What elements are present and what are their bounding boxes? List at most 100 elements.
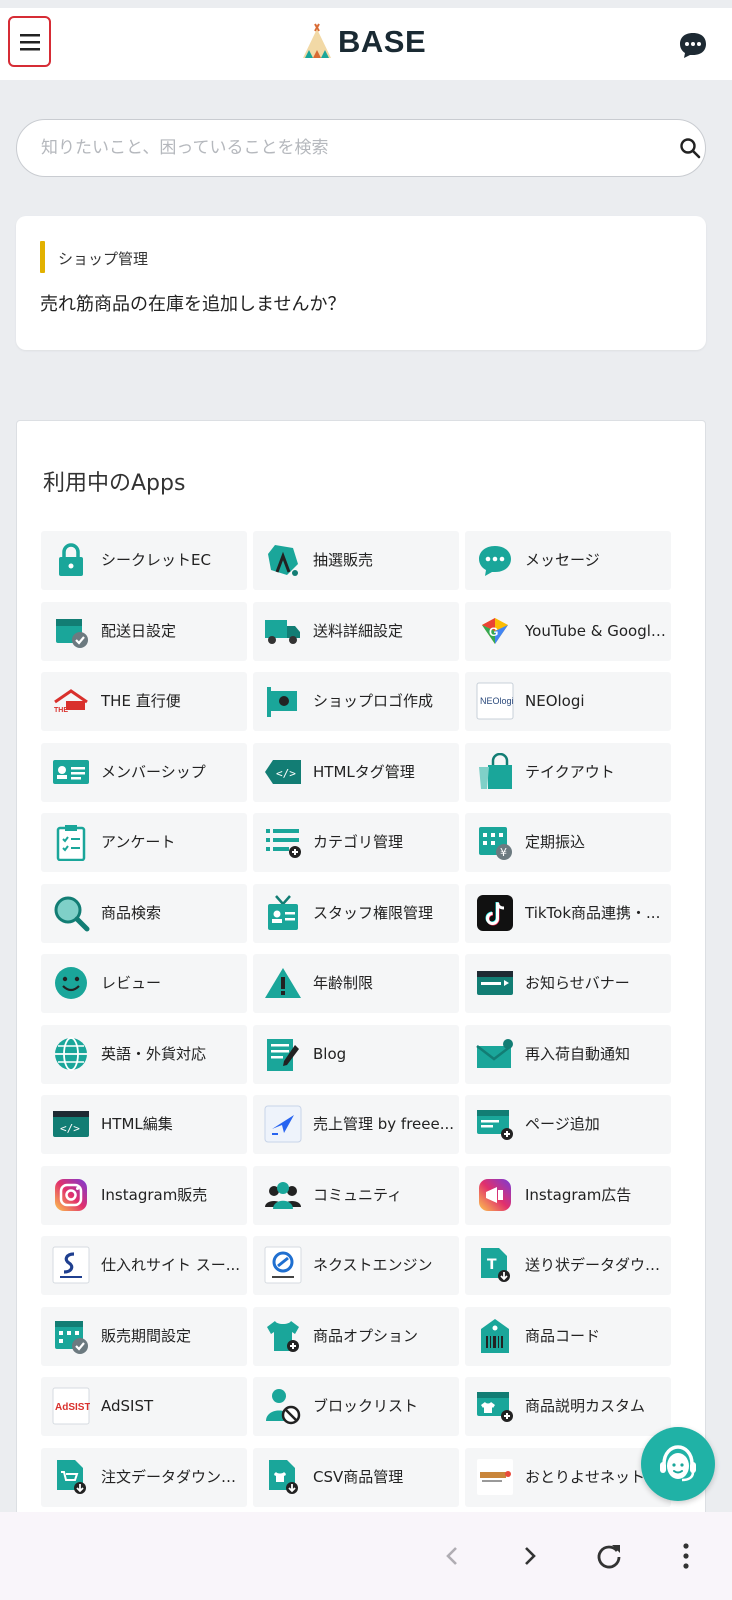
search-icon[interactable] xyxy=(679,137,701,159)
back-button[interactable] xyxy=(432,1536,472,1576)
app-tile[interactable]: ショップロゴ作成 xyxy=(253,672,459,731)
app-tile[interactable]: 再入荷自動通知 xyxy=(465,1025,671,1084)
notice-accent-bar xyxy=(40,241,45,273)
app-tile[interactable]: 商品オプション xyxy=(253,1307,459,1366)
app-tile[interactable]: G YouTube & Google... xyxy=(465,602,671,661)
app-tile[interactable]: 送料詳細設定 xyxy=(253,602,459,661)
the-chokkoubin-icon: THE xyxy=(52,682,90,720)
app-tile[interactable]: Instagram販売 xyxy=(41,1166,247,1225)
app-label: NEOlogi xyxy=(525,692,585,710)
app-tile[interactable]: シークレットEC xyxy=(41,531,247,590)
chevron-left-icon xyxy=(446,1547,457,1565)
app-label: 再入荷自動通知 xyxy=(525,1045,631,1063)
invoice-download-icon: T xyxy=(476,1246,514,1284)
app-label: ブロックリスト xyxy=(313,1397,419,1415)
app-tile[interactable]: 販売期間設定 xyxy=(41,1307,247,1366)
html-tag-icon: </> xyxy=(264,753,302,791)
app-tile[interactable]: T 送り状データダウン... xyxy=(465,1236,671,1295)
app-tile[interactable]: 配送日設定 xyxy=(41,602,247,661)
app-tile[interactable]: ブロックリスト xyxy=(253,1377,459,1436)
browser-nav-bar xyxy=(0,1512,732,1600)
svg-text:¥: ¥ xyxy=(500,846,507,859)
app-tile[interactable]: 商品コード xyxy=(465,1307,671,1366)
app-tile[interactable]: 売上管理 by freee... xyxy=(253,1095,459,1154)
app-tile[interactable]: AdSIST AdSIST xyxy=(41,1377,247,1436)
app-tile[interactable]: メンバーシップ xyxy=(41,743,247,802)
app-tile[interactable]: 仕入れサイト スー... xyxy=(41,1236,247,1295)
app-label: 注文データダウンロ... xyxy=(101,1468,243,1486)
more-vertical-icon xyxy=(683,1543,689,1569)
notice-message: 売れ筋商品の在庫を追加しませんか？ xyxy=(40,294,346,315)
banner-icon xyxy=(476,964,514,1002)
app-label: Instagram広告 xyxy=(525,1186,632,1204)
takeout-icon xyxy=(476,753,514,791)
chat-button[interactable] xyxy=(676,28,710,62)
app-label: 送料詳細設定 xyxy=(313,622,404,640)
app-tile[interactable]: ページ追加 xyxy=(465,1095,671,1154)
tiktok-icon xyxy=(476,894,514,932)
app-label: HTMLタグ管理 xyxy=(313,763,415,781)
app-tile[interactable]: ¥ 定期振込 xyxy=(465,813,671,872)
app-tile[interactable]: </> HTML編集 xyxy=(41,1095,247,1154)
app-tile[interactable]: メッセージ xyxy=(465,531,671,590)
app-label: 商品説明カスタム xyxy=(525,1397,646,1415)
next-engine-icon xyxy=(264,1246,302,1284)
hamburger-menu-button[interactable] xyxy=(8,16,51,67)
order-download-icon xyxy=(52,1458,90,1496)
app-label: お知らせバナー xyxy=(525,974,630,992)
app-tile[interactable]: THE THE 直行便 xyxy=(41,672,247,731)
truck-icon xyxy=(264,612,302,650)
app-label: HTML編集 xyxy=(101,1115,173,1133)
html-edit-icon: </> xyxy=(52,1105,90,1143)
app-tile[interactable]: 抽選販売 xyxy=(253,531,459,590)
chevron-right-icon xyxy=(525,1547,536,1565)
app-tile[interactable]: 年齢制限 xyxy=(253,954,459,1013)
app-tile[interactable]: 商品検索 xyxy=(41,884,247,943)
lottery-icon xyxy=(264,541,302,579)
barcode-tag-icon xyxy=(476,1317,514,1355)
csv-icon xyxy=(264,1458,302,1496)
app-label: AdSIST xyxy=(101,1397,154,1415)
logo-text: BASE xyxy=(338,24,427,59)
app-label: 送り状データダウン... xyxy=(525,1256,667,1274)
warning-icon xyxy=(264,964,302,1002)
block-user-icon xyxy=(264,1387,302,1425)
app-tile[interactable]: おとりよせネット xyxy=(465,1448,671,1507)
support-chat-button[interactable] xyxy=(641,1427,715,1501)
app-tile[interactable]: カテゴリ管理 xyxy=(253,813,459,872)
app-tile[interactable]: TikTok商品連携・... xyxy=(465,884,671,943)
app-tile[interactable]: お知らせバナー xyxy=(465,954,671,1013)
app-tile[interactable]: 注文データダウンロ... xyxy=(41,1448,247,1507)
more-options-button[interactable] xyxy=(666,1536,706,1576)
app-label: 商品検索 xyxy=(101,904,162,922)
chat-bubble-icon xyxy=(680,33,706,58)
app-label: レビュー xyxy=(101,974,162,992)
hamburger-icon xyxy=(19,33,40,50)
forward-button[interactable] xyxy=(510,1536,550,1576)
app-tile[interactable]: 英語・外貨対応 xyxy=(41,1025,247,1084)
app-tile[interactable]: 商品説明カスタム xyxy=(465,1377,671,1436)
app-label: 定期振込 xyxy=(525,833,586,851)
svg-text:</>: </> xyxy=(276,767,296,780)
app-tile[interactable]: レビュー xyxy=(41,954,247,1013)
search-input[interactable] xyxy=(41,120,641,176)
notice-card[interactable]: ショップ管理 売れ筋商品の在庫を追加しませんか？ xyxy=(16,216,706,350)
lock-icon xyxy=(52,541,90,579)
reload-button[interactable] xyxy=(589,1536,629,1576)
support-agent-icon xyxy=(660,1445,696,1482)
svg-text:T: T xyxy=(487,1257,497,1273)
app-label: 抽選販売 xyxy=(313,551,374,569)
app-label: メンバーシップ xyxy=(101,763,206,781)
blog-icon xyxy=(264,1035,302,1073)
app-tile[interactable]: </> HTMLタグ管理 xyxy=(253,743,459,802)
app-tile[interactable]: Blog xyxy=(253,1025,459,1084)
app-tile[interactable]: ネクストエンジン xyxy=(253,1236,459,1295)
app-tile[interactable]: NEOlogi NEOlogi xyxy=(465,672,671,731)
app-tile[interactable]: アンケート xyxy=(41,813,247,872)
app-tile[interactable]: コミュニティ xyxy=(253,1166,459,1225)
app-tile[interactable]: スタッフ権限管理 xyxy=(253,884,459,943)
app-tile[interactable]: テイクアウト xyxy=(465,743,671,802)
base-logo[interactable]: BASE xyxy=(300,22,426,62)
app-tile[interactable]: CSV商品管理 xyxy=(253,1448,459,1507)
app-tile[interactable]: Instagram広告 xyxy=(465,1166,671,1225)
